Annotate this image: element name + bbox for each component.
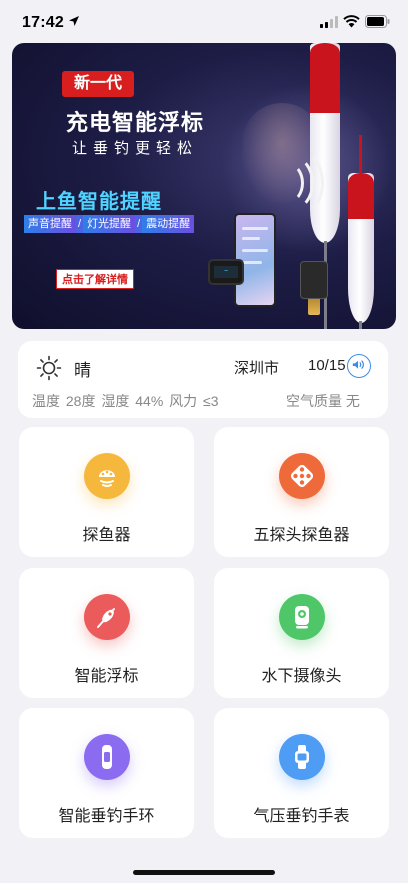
- weather-city: 深圳市: [234, 360, 280, 377]
- float-red-cap: [310, 43, 340, 113]
- charger-connector: [308, 299, 320, 315]
- home-indicator[interactable]: [133, 870, 275, 875]
- float-red-cap: [348, 173, 374, 219]
- float-antenna: [359, 135, 362, 175]
- tile-label: 智能垂钓手环: [58, 808, 155, 825]
- tile-label: 五探头探鱼器: [253, 527, 350, 544]
- weather-date: 10/15: [308, 357, 346, 374]
- air-quality: 空气质量 无: [286, 393, 360, 409]
- feature-bar: 声音提醒 / 灯光提醒 / 震动提醒: [24, 215, 195, 233]
- wifi-icon: [343, 15, 360, 28]
- tile-underwater-camera[interactable]: 水下摄像头: [214, 568, 389, 698]
- status-bar: 17:42: [0, 0, 408, 46]
- feature-light: 灯光提醒: [83, 215, 136, 233]
- weather-condition: 晴: [74, 361, 91, 380]
- tile-smart-float[interactable]: 智能浮标: [19, 568, 194, 698]
- speaker-icon: [352, 360, 364, 370]
- weather-details: 温度 28度 湿度 44% 风力 ≤3: [32, 393, 219, 409]
- tile-label: 水下摄像头: [261, 668, 342, 685]
- float-tail: [359, 321, 362, 329]
- speaker-button[interactable]: [347, 354, 371, 378]
- sun-icon: [36, 355, 62, 381]
- charger-image: [300, 261, 328, 299]
- pressure-watch-icon: [279, 734, 325, 780]
- cellular-signal-icon: [320, 16, 338, 28]
- banner-subtitle: 让垂钓更轻松: [71, 140, 198, 157]
- tile-fish-finder[interactable]: 探鱼器: [19, 427, 194, 557]
- feature-separator: /: [135, 215, 143, 233]
- signal-wave-icon: [266, 147, 324, 219]
- five-probe-icon: [279, 453, 325, 499]
- tile-fishing-band[interactable]: 智能垂钓手环: [19, 708, 194, 838]
- tile-label: 气压垂钓手表: [253, 808, 350, 825]
- tile-label: 探鱼器: [82, 527, 131, 544]
- smart-float-icon: [84, 594, 130, 640]
- fitness-band-image: ~: [208, 259, 244, 285]
- tile-five-probe-fish-finder[interactable]: 五探头探鱼器: [214, 427, 389, 557]
- promo-banner[interactable]: ~ 新一代 充电智能浮标 让垂钓更轻松 上鱼智能提醒 声音提醒 / 灯光提醒 /…: [12, 43, 396, 329]
- fishing-band-icon: [84, 734, 130, 780]
- location-arrow-icon: [69, 16, 79, 26]
- feature-separator: /: [76, 215, 84, 233]
- fish-finder-icon: [84, 453, 130, 499]
- weather-card: 晴 深圳市 10/15 温度 28度 湿度 44% 风力 ≤3 空气质量 无: [18, 341, 388, 418]
- learn-more-button[interactable]: 点击了解详情: [56, 269, 134, 289]
- status-time: 17:42: [22, 14, 64, 31]
- banner-title: 充电智能浮标: [65, 110, 204, 135]
- tile-pressure-watch[interactable]: 气压垂钓手表: [214, 708, 389, 838]
- underwater-camera-icon: [279, 594, 325, 640]
- new-generation-badge: 新一代: [62, 71, 134, 97]
- banner-headline: 上鱼智能提醒: [36, 191, 162, 213]
- feature-sound: 声音提醒: [24, 215, 76, 233]
- feature-vibration: 震动提醒: [142, 215, 195, 233]
- tile-label: 智能浮标: [74, 668, 139, 685]
- battery-icon: [365, 15, 390, 28]
